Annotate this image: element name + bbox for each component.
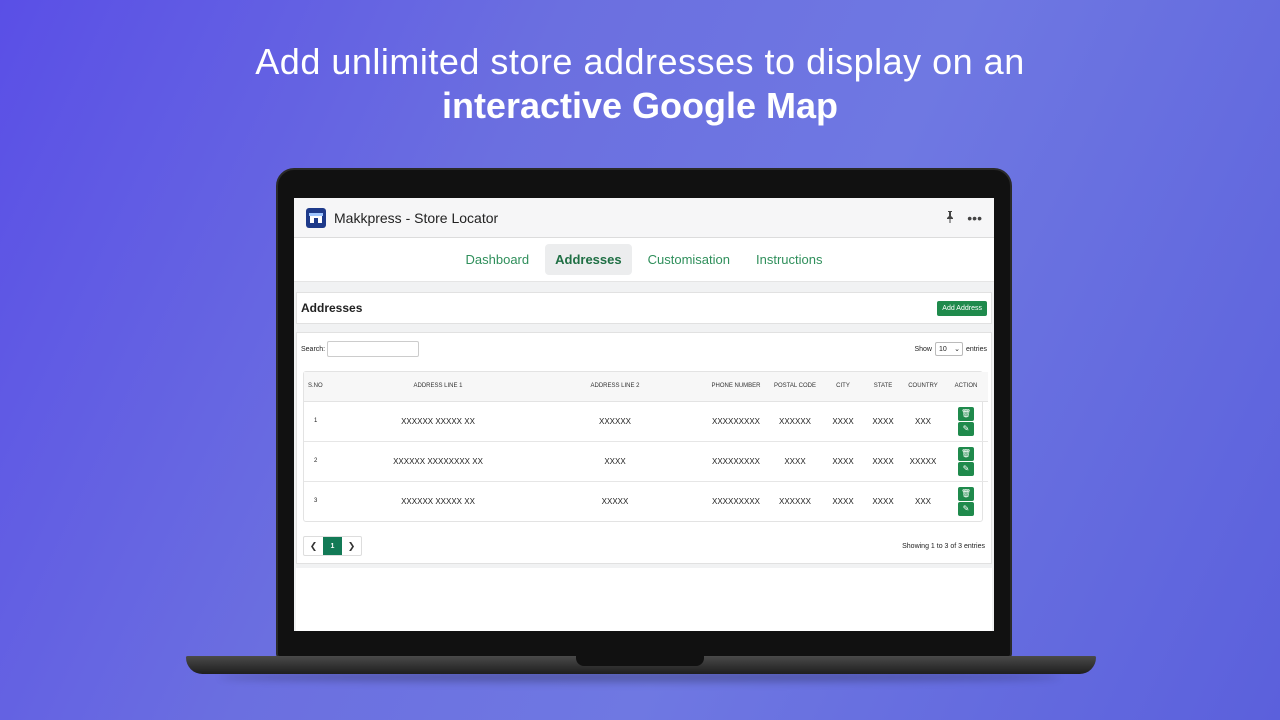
cell-phone: XXXXXXXXX	[704, 401, 768, 442]
laptop-notch	[576, 656, 704, 666]
table-row: 2 XXXXXX XXXXXXXX XX XXXX XXXXXXXXX XXXX…	[304, 441, 988, 482]
cell-country: XXX	[902, 401, 944, 442]
page-title: Addresses	[301, 301, 363, 315]
entries-select-value: 10	[938, 345, 947, 353]
cell-action: 🗑 ✎	[944, 441, 988, 482]
headline: Add unlimited store addresses to display…	[0, 40, 1280, 128]
app-title: Makkpress - Store Locator	[334, 209, 499, 226]
cell-sno: 3	[314, 498, 318, 505]
tab-bar: Dashboard Addresses Customisation Instru…	[294, 238, 994, 282]
cell-action: 🗑 ✎	[944, 401, 988, 442]
pagination: ❮ 1 ❯	[303, 536, 362, 556]
entries-info: Showing 1 to 3 of 3 entries	[902, 542, 985, 550]
search-label: Search:	[301, 345, 326, 353]
column-header-action: ACTION	[944, 372, 988, 402]
more-options-icon[interactable]: •••	[967, 210, 982, 226]
tab-addresses[interactable]: Addresses	[545, 244, 632, 275]
edit-icon[interactable]: ✎	[958, 461, 974, 476]
column-header-state[interactable]: STATE	[864, 372, 902, 402]
empty-area	[296, 568, 992, 631]
column-header-sno[interactable]: S.NO	[304, 372, 350, 402]
cell-sno: 1	[304, 401, 350, 442]
entries-select[interactable]: 10 ⌄	[934, 342, 963, 356]
cell-sno: 2	[304, 441, 350, 482]
cell-address1: XXXXXX XXXXX XX	[401, 496, 475, 506]
chevron-down-icon: ⌄	[954, 346, 960, 353]
cell-address2: XXXX	[526, 441, 704, 482]
edit-icon[interactable]: ✎	[958, 501, 974, 516]
entries-label: entries	[965, 345, 987, 353]
cell-action: 🗑 ✎	[944, 481, 988, 521]
cell-address2: XXXXX	[601, 496, 629, 506]
search-input[interactable]	[327, 341, 420, 357]
cell-address1: XXXXXX XXXXX XX	[350, 401, 526, 442]
table-row: 1 XXXXXX XXXXX XX XXXXXX XXXXXXXXX XXXXX…	[304, 401, 988, 442]
cell-postal: XXXXXX	[768, 401, 822, 442]
show-label: Show	[914, 345, 932, 353]
table-row: 3 XXXXXX XXXXX XX XXXXX XXXXXXXXX XXXXXX…	[304, 481, 988, 521]
headline-line1: Add unlimited store addresses to display…	[255, 41, 1025, 82]
cell-state: XXXX	[872, 496, 894, 506]
cell-city: XXXX	[822, 401, 864, 442]
pin-icon[interactable]	[945, 210, 955, 226]
cell-address1: XXXXXX XXXXXXXX XX	[350, 441, 526, 482]
page-1-button[interactable]: 1	[323, 537, 342, 555]
next-page-button[interactable]: ❯	[342, 537, 361, 555]
column-header-phone[interactable]: PHONE NUMBER	[704, 372, 768, 402]
addresses-table-panel: Search: Show 10 ⌄ entries S.NO ADDRESS L…	[296, 332, 992, 564]
tab-customisation[interactable]: Customisation	[638, 244, 740, 275]
column-header-city[interactable]: CITY	[822, 372, 864, 402]
addresses-panel-header: Addresses Add Address	[296, 292, 992, 324]
store-logo-icon	[306, 207, 326, 228]
delete-icon[interactable]: 🗑	[958, 446, 974, 461]
cell-country: XXXXX	[902, 441, 944, 482]
column-header-address1[interactable]: ADDRESS LINE 1	[350, 372, 526, 402]
tab-instructions[interactable]: Instructions	[746, 244, 832, 275]
headline-line2: interactive Google Map	[441, 85, 839, 126]
cell-postal: XXXXXX	[778, 496, 811, 506]
cell-phone: XXXXXXXXX	[711, 496, 761, 506]
cell-postal: XXXX	[768, 441, 822, 482]
cell-country: XXX	[914, 496, 931, 506]
edit-icon[interactable]: ✎	[958, 421, 974, 436]
table-header-row: S.NO ADDRESS LINE 1 ADDRESS LINE 2 PHONE…	[304, 372, 988, 402]
app-screen: Makkpress - Store Locator ••• Dashboard …	[294, 198, 994, 631]
cell-phone: XXXXXXXXX	[704, 441, 768, 482]
delete-icon[interactable]: 🗑	[958, 406, 974, 421]
add-address-button[interactable]: Add Address	[937, 300, 987, 316]
addresses-table: S.NO ADDRESS LINE 1 ADDRESS LINE 2 PHONE…	[303, 371, 988, 522]
cell-state: XXXX	[864, 441, 902, 482]
cell-city: XXXX	[822, 441, 864, 482]
app-bar: Makkpress - Store Locator •••	[294, 198, 994, 238]
cell-state: XXXX	[864, 401, 902, 442]
cell-address2: XXXXXX	[526, 401, 704, 442]
prev-page-button[interactable]: ❮	[304, 537, 323, 555]
delete-icon[interactable]: 🗑	[958, 486, 974, 501]
cell-city: XXXX	[832, 496, 854, 506]
column-header-country[interactable]: COUNTRY	[902, 372, 944, 402]
column-header-address2[interactable]: ADDRESS LINE 2	[526, 372, 704, 402]
tab-dashboard[interactable]: Dashboard	[456, 244, 540, 275]
column-header-postal[interactable]: POSTAL CODE	[768, 372, 822, 402]
